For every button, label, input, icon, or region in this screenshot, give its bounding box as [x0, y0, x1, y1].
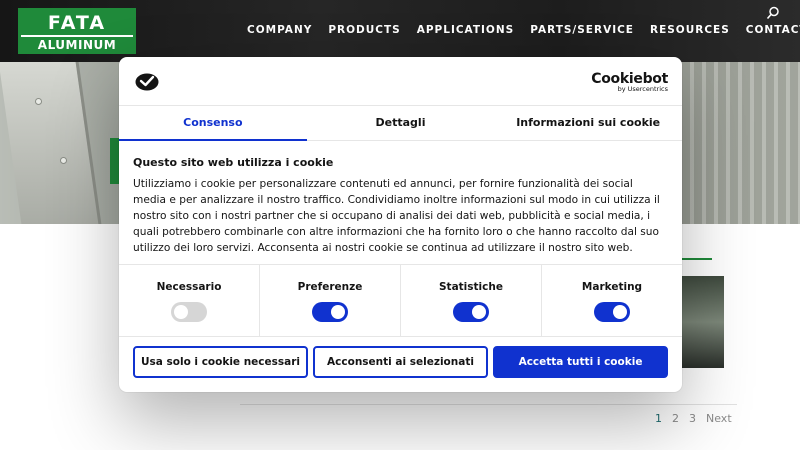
necessary-only-button[interactable]: Usa solo i cookie necessari [133, 346, 308, 378]
category-label: Preferenze [297, 281, 363, 293]
cookie-consent-dialog: Cookiebot by Usercentrics Consenso Detta… [119, 57, 682, 392]
category-preferenze: Preferenze [260, 265, 401, 336]
cookie-consent-icon [135, 73, 159, 91]
marketing-toggle[interactable] [594, 302, 630, 322]
toggle-knob [174, 305, 188, 319]
statistiche-toggle[interactable] [453, 302, 489, 322]
preferenze-toggle[interactable] [312, 302, 348, 322]
necessario-toggle [171, 302, 207, 322]
tab-informazioni-cookie[interactable]: Informazioni sui cookie [494, 106, 682, 140]
toggle-knob [472, 305, 486, 319]
category-label: Marketing [581, 281, 643, 293]
allow-selected-button[interactable]: Acconsenti ai selezionati [313, 346, 488, 378]
consent-body: Questo sito web utilizza i cookie Utiliz… [133, 156, 668, 256]
category-label: Necessario [156, 281, 222, 293]
cookiebot-logo[interactable]: Cookiebot by Usercentrics [591, 71, 668, 93]
dialog-tabs: Consenso Dettagli Informazioni sui cooki… [119, 105, 682, 141]
toggle-knob [613, 305, 627, 319]
category-statistiche: Statistiche [401, 265, 542, 336]
toggle-knob [331, 305, 345, 319]
consent-buttons: Usa solo i cookie necessari Acconsenti a… [133, 346, 668, 378]
category-marketing: Marketing [542, 265, 682, 336]
consent-description: Utilizziamo i cookie per personalizzare … [133, 178, 660, 254]
tab-dettagli[interactable]: Dettagli [307, 106, 495, 140]
dialog-header: Cookiebot by Usercentrics [119, 57, 682, 105]
cookie-category-toggles: Necessario Preferenze Statistiche Market… [119, 264, 682, 337]
category-necessario: Necessario [119, 265, 260, 336]
consent-title: Questo sito web utilizza i cookie [133, 156, 334, 169]
category-label: Statistiche [439, 281, 503, 293]
tab-consenso[interactable]: Consenso [119, 106, 307, 141]
accept-all-button[interactable]: Accetta tutti i cookie [493, 346, 668, 378]
